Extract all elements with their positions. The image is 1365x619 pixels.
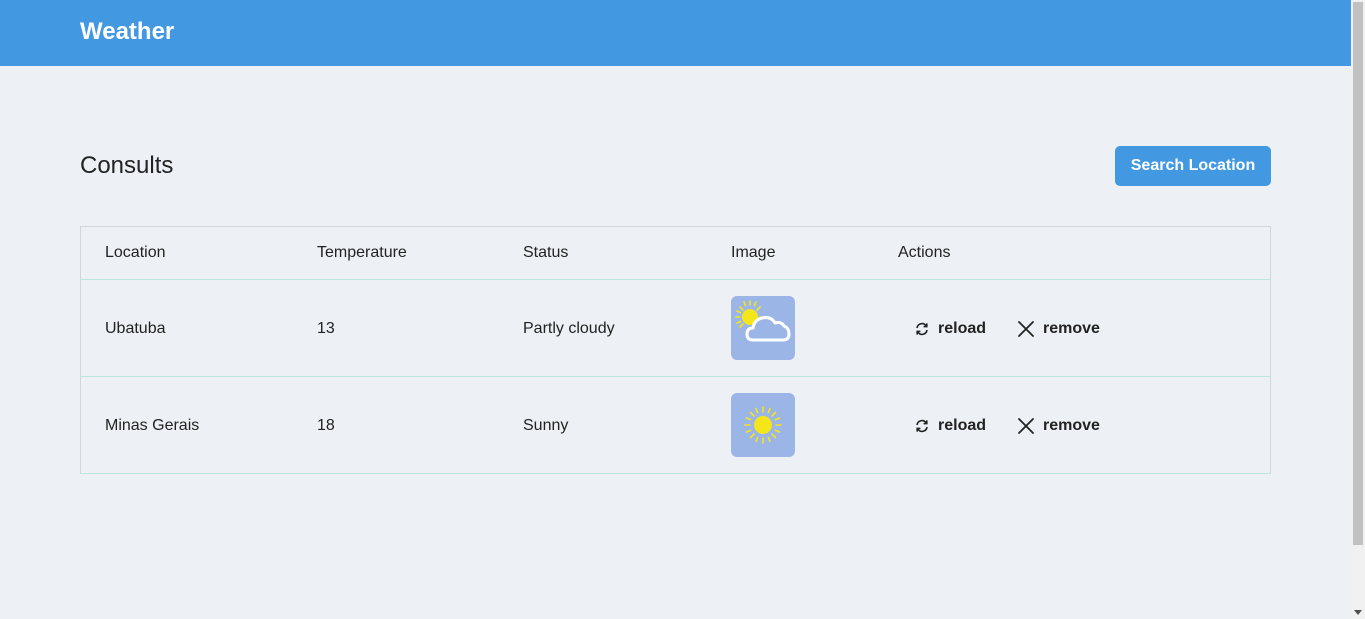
reload-label: reload (938, 417, 987, 434)
search-location-button[interactable]: Search Location (1115, 146, 1271, 186)
status-cell: Sunny (523, 417, 569, 434)
table-row: Minas Gerais 18 Sunny reload remove (81, 377, 1270, 474)
reload-icon (916, 419, 928, 433)
column-header-status: Status (523, 244, 569, 261)
page-title: Consults (80, 152, 174, 179)
top-navbar: Weather (0, 0, 1351, 66)
remove-button[interactable]: remove (1017, 417, 1100, 435)
column-header-image: Image (731, 244, 776, 261)
temperature-cell: 13 (317, 320, 335, 337)
column-header-actions: Actions (898, 244, 951, 261)
partly-cloudy-icon (735, 300, 791, 342)
table-header: Location Temperature Status Image Action… (81, 227, 1270, 280)
vertical-scrollbar[interactable] (1351, 0, 1365, 619)
column-header-temperature: Temperature (317, 244, 407, 261)
reload-button[interactable]: reload (914, 320, 986, 338)
remove-label: remove (1043, 417, 1100, 434)
temperature-cell: 18 (317, 417, 335, 434)
table-row: Ubatuba 13 Partly cloudy reload remove (81, 280, 1270, 377)
column-header-location: Location (105, 244, 166, 261)
scrollbar-thumb[interactable] (1353, 2, 1363, 545)
remove-button[interactable]: remove (1017, 320, 1100, 338)
close-icon (1018, 418, 1034, 434)
consults-table: Location Temperature Status Image Action… (80, 226, 1271, 474)
remove-label: remove (1043, 320, 1100, 337)
status-cell: Partly cloudy (523, 320, 615, 337)
sunny-icon (744, 406, 782, 444)
weather-image (731, 393, 795, 457)
location-cell: Minas Gerais (105, 417, 200, 434)
scroll-down-arrow-icon[interactable] (1354, 610, 1362, 615)
reload-icon (916, 322, 928, 336)
app-brand[interactable]: Weather (80, 18, 174, 46)
close-icon (1018, 321, 1034, 337)
weather-image (731, 296, 795, 360)
reload-button[interactable]: reload (914, 417, 986, 435)
location-cell: Ubatuba (105, 320, 166, 337)
reload-label: reload (938, 320, 987, 337)
